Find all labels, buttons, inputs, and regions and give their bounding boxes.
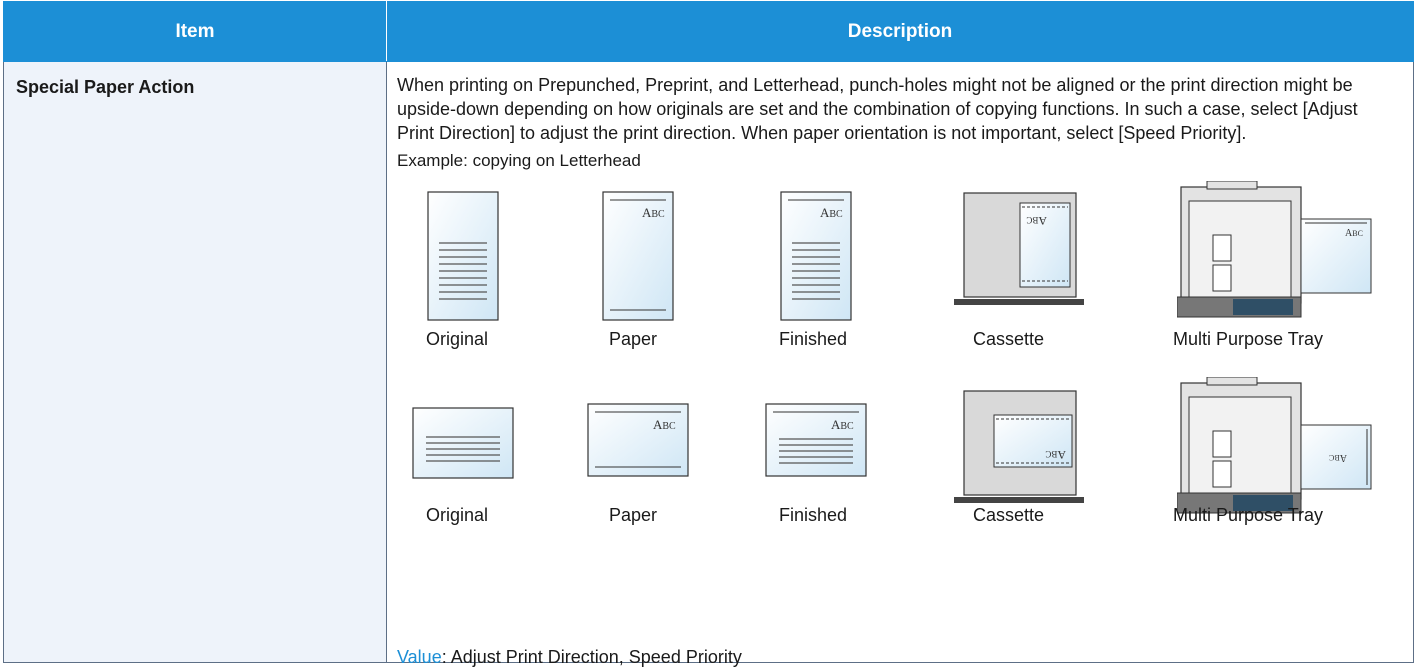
- paper-portrait-figure: ABC: [602, 191, 674, 321]
- table-header-row: Item Description: [3, 1, 1414, 62]
- svg-text:ABC: ABC: [1329, 452, 1347, 463]
- figure-row-landscape: ABC ABC ABC ABC Original Paper Finished …: [387, 377, 1413, 539]
- label-finished: Finished: [779, 329, 848, 349]
- header-description: Description: [386, 1, 1414, 62]
- label-original: Original: [426, 505, 489, 525]
- original-portrait-figure: [427, 191, 499, 321]
- header-item: Item: [3, 1, 387, 62]
- settings-table: Item Description Special Paper Action Wh…: [3, 1, 1414, 667]
- value-text: : Adjust Print Direction, Speed Priority: [441, 647, 742, 667]
- description-text: When printing on Prepunched, Preprint, a…: [397, 75, 1358, 143]
- mpt-portrait-figure: ABC: [1177, 181, 1372, 318]
- label-mpt: Multi Purpose Tray: [1173, 329, 1324, 349]
- value-key: Value: [397, 647, 442, 667]
- label-finished: Finished: [779, 505, 848, 525]
- cassette-portrait-figure: ABC: [954, 192, 1084, 305]
- svg-text:ABC: ABC: [1026, 214, 1047, 228]
- cassette-landscape-figure: ABC: [954, 390, 1084, 503]
- label-paper: Paper: [609, 329, 658, 349]
- figure-row-portrait: ABC ABC ABC ABC Original Paper Finished …: [387, 181, 1413, 349]
- paper-landscape-figure: ABC: [587, 403, 689, 477]
- description-cell: When printing on Prepunched, Preprint, a…: [386, 61, 1414, 667]
- mpt-landscape-figure: ABC: [1177, 377, 1372, 514]
- finished-portrait-figure: ABC: [780, 191, 852, 321]
- item-name: Special Paper Action: [16, 77, 195, 97]
- label-cassette: Cassette: [973, 329, 1045, 349]
- svg-text:ABC: ABC: [1045, 448, 1066, 462]
- original-landscape-figure: [412, 407, 514, 479]
- label-original: Original: [426, 329, 489, 349]
- item-cell: Special Paper Action: [3, 61, 387, 663]
- value-line: Value: Adjust Print Direction, Speed Pri…: [397, 647, 742, 668]
- label-cassette: Cassette: [973, 505, 1045, 525]
- svg-text:ABC: ABC: [1345, 228, 1363, 239]
- finished-landscape-figure: ABC: [765, 403, 867, 477]
- example-caption: Example: copying on Letterhead: [397, 151, 641, 170]
- label-mpt: Multi Purpose Tray: [1173, 505, 1324, 525]
- table-row: Special Paper Action When printing on Pr…: [3, 61, 1414, 667]
- label-paper: Paper: [609, 505, 658, 525]
